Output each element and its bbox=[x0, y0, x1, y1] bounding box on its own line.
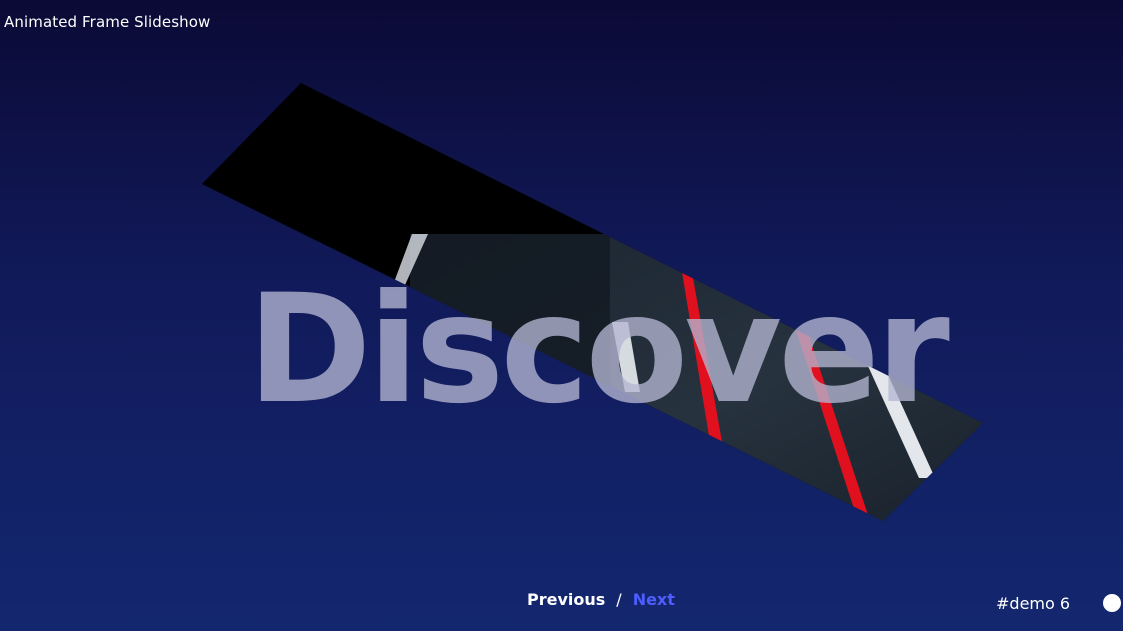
nav-separator: / bbox=[616, 590, 622, 609]
slide-navigation: Previous / Next bbox=[527, 590, 675, 609]
slide-image-frame bbox=[202, 83, 983, 521]
indicator-dot[interactable] bbox=[1103, 594, 1121, 612]
next-button[interactable]: Next bbox=[633, 590, 675, 609]
demo-label: #demo 6 bbox=[996, 594, 1071, 613]
previous-button[interactable]: Previous bbox=[527, 590, 605, 609]
slideshow-stage: Animated Frame Slideshow Discover Previo… bbox=[0, 0, 1123, 631]
road-photo-icon bbox=[202, 83, 983, 521]
